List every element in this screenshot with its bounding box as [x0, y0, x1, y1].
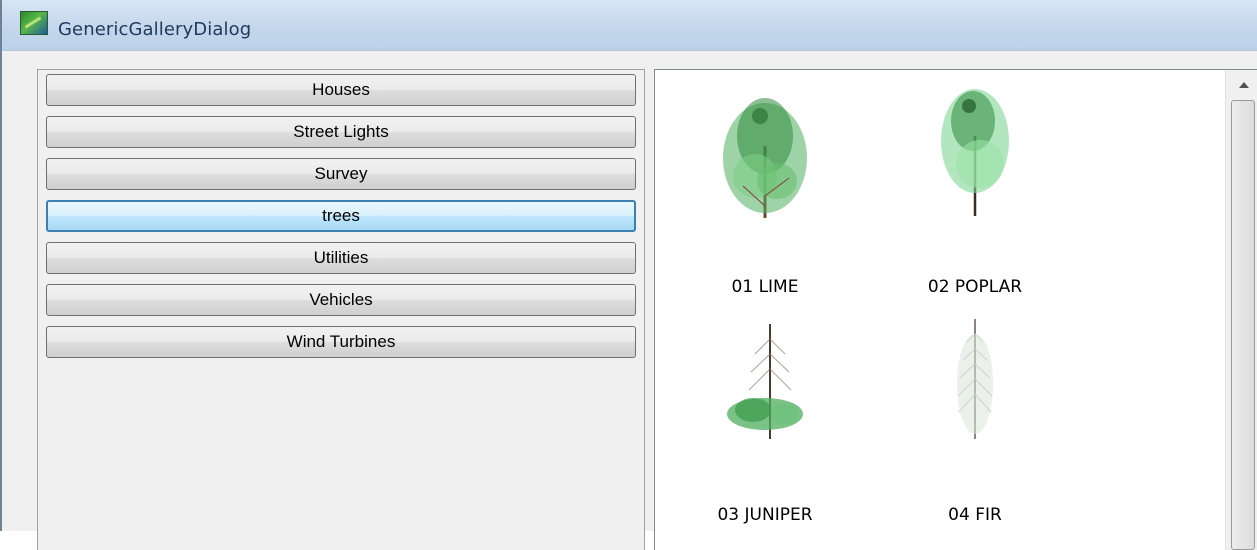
category-button-street-lights[interactable]: Street Lights: [46, 116, 636, 148]
app-landscape-icon: [20, 11, 48, 35]
gallery-item-label: 03 JUNIPER: [717, 505, 813, 525]
window-title: GenericGalleryDialog: [58, 19, 252, 40]
gallery-view: 01 LIME 02 POPLAR 03 JUNIPER 04 FIR: [654, 69, 1257, 550]
category-button-survey[interactable]: Survey: [46, 158, 636, 190]
gallery-item-label: 02 POPLAR: [927, 277, 1023, 297]
gallery-item-label: 04 FIR: [948, 505, 1002, 525]
lime-tree-thumbnail: [723, 98, 807, 218]
category-button-vehicles[interactable]: Vehicles: [46, 284, 636, 316]
juniper-tree-thumbnail: [727, 324, 803, 439]
poplar-tree-thumbnail: [941, 89, 1009, 216]
gallery-dialog-window: GenericGalleryDialog Houses Street Light…: [0, 0, 1257, 550]
category-button-wind-turbines[interactable]: Wind Turbines: [46, 326, 636, 358]
category-button-houses[interactable]: Houses: [46, 74, 636, 106]
category-button-utilities[interactable]: Utilities: [46, 242, 636, 274]
gallery-item-fir[interactable]: 04 FIR: [880, 306, 1070, 525]
fir-tree-thumbnail: [957, 319, 993, 439]
vertical-scrollbar[interactable]: [1225, 70, 1257, 550]
category-button-trees[interactable]: trees: [46, 200, 636, 232]
scrollbar-thumb[interactable]: [1231, 100, 1255, 550]
category-list-panel: Houses Street Lights Survey trees Utilit…: [37, 69, 645, 550]
gallery-item-poplar[interactable]: 02 POPLAR: [880, 78, 1070, 297]
scroll-up-arrow-icon[interactable]: [1226, 70, 1257, 100]
title-bar[interactable]: GenericGalleryDialog: [2, 0, 1257, 51]
gallery-item-lime[interactable]: 01 LIME: [670, 78, 860, 297]
gallery-item-juniper[interactable]: 03 JUNIPER: [670, 306, 860, 525]
gallery-item-label: 01 LIME: [731, 277, 799, 297]
dialog-client-area: Houses Street Lights Survey trees Utilit…: [2, 51, 1257, 550]
